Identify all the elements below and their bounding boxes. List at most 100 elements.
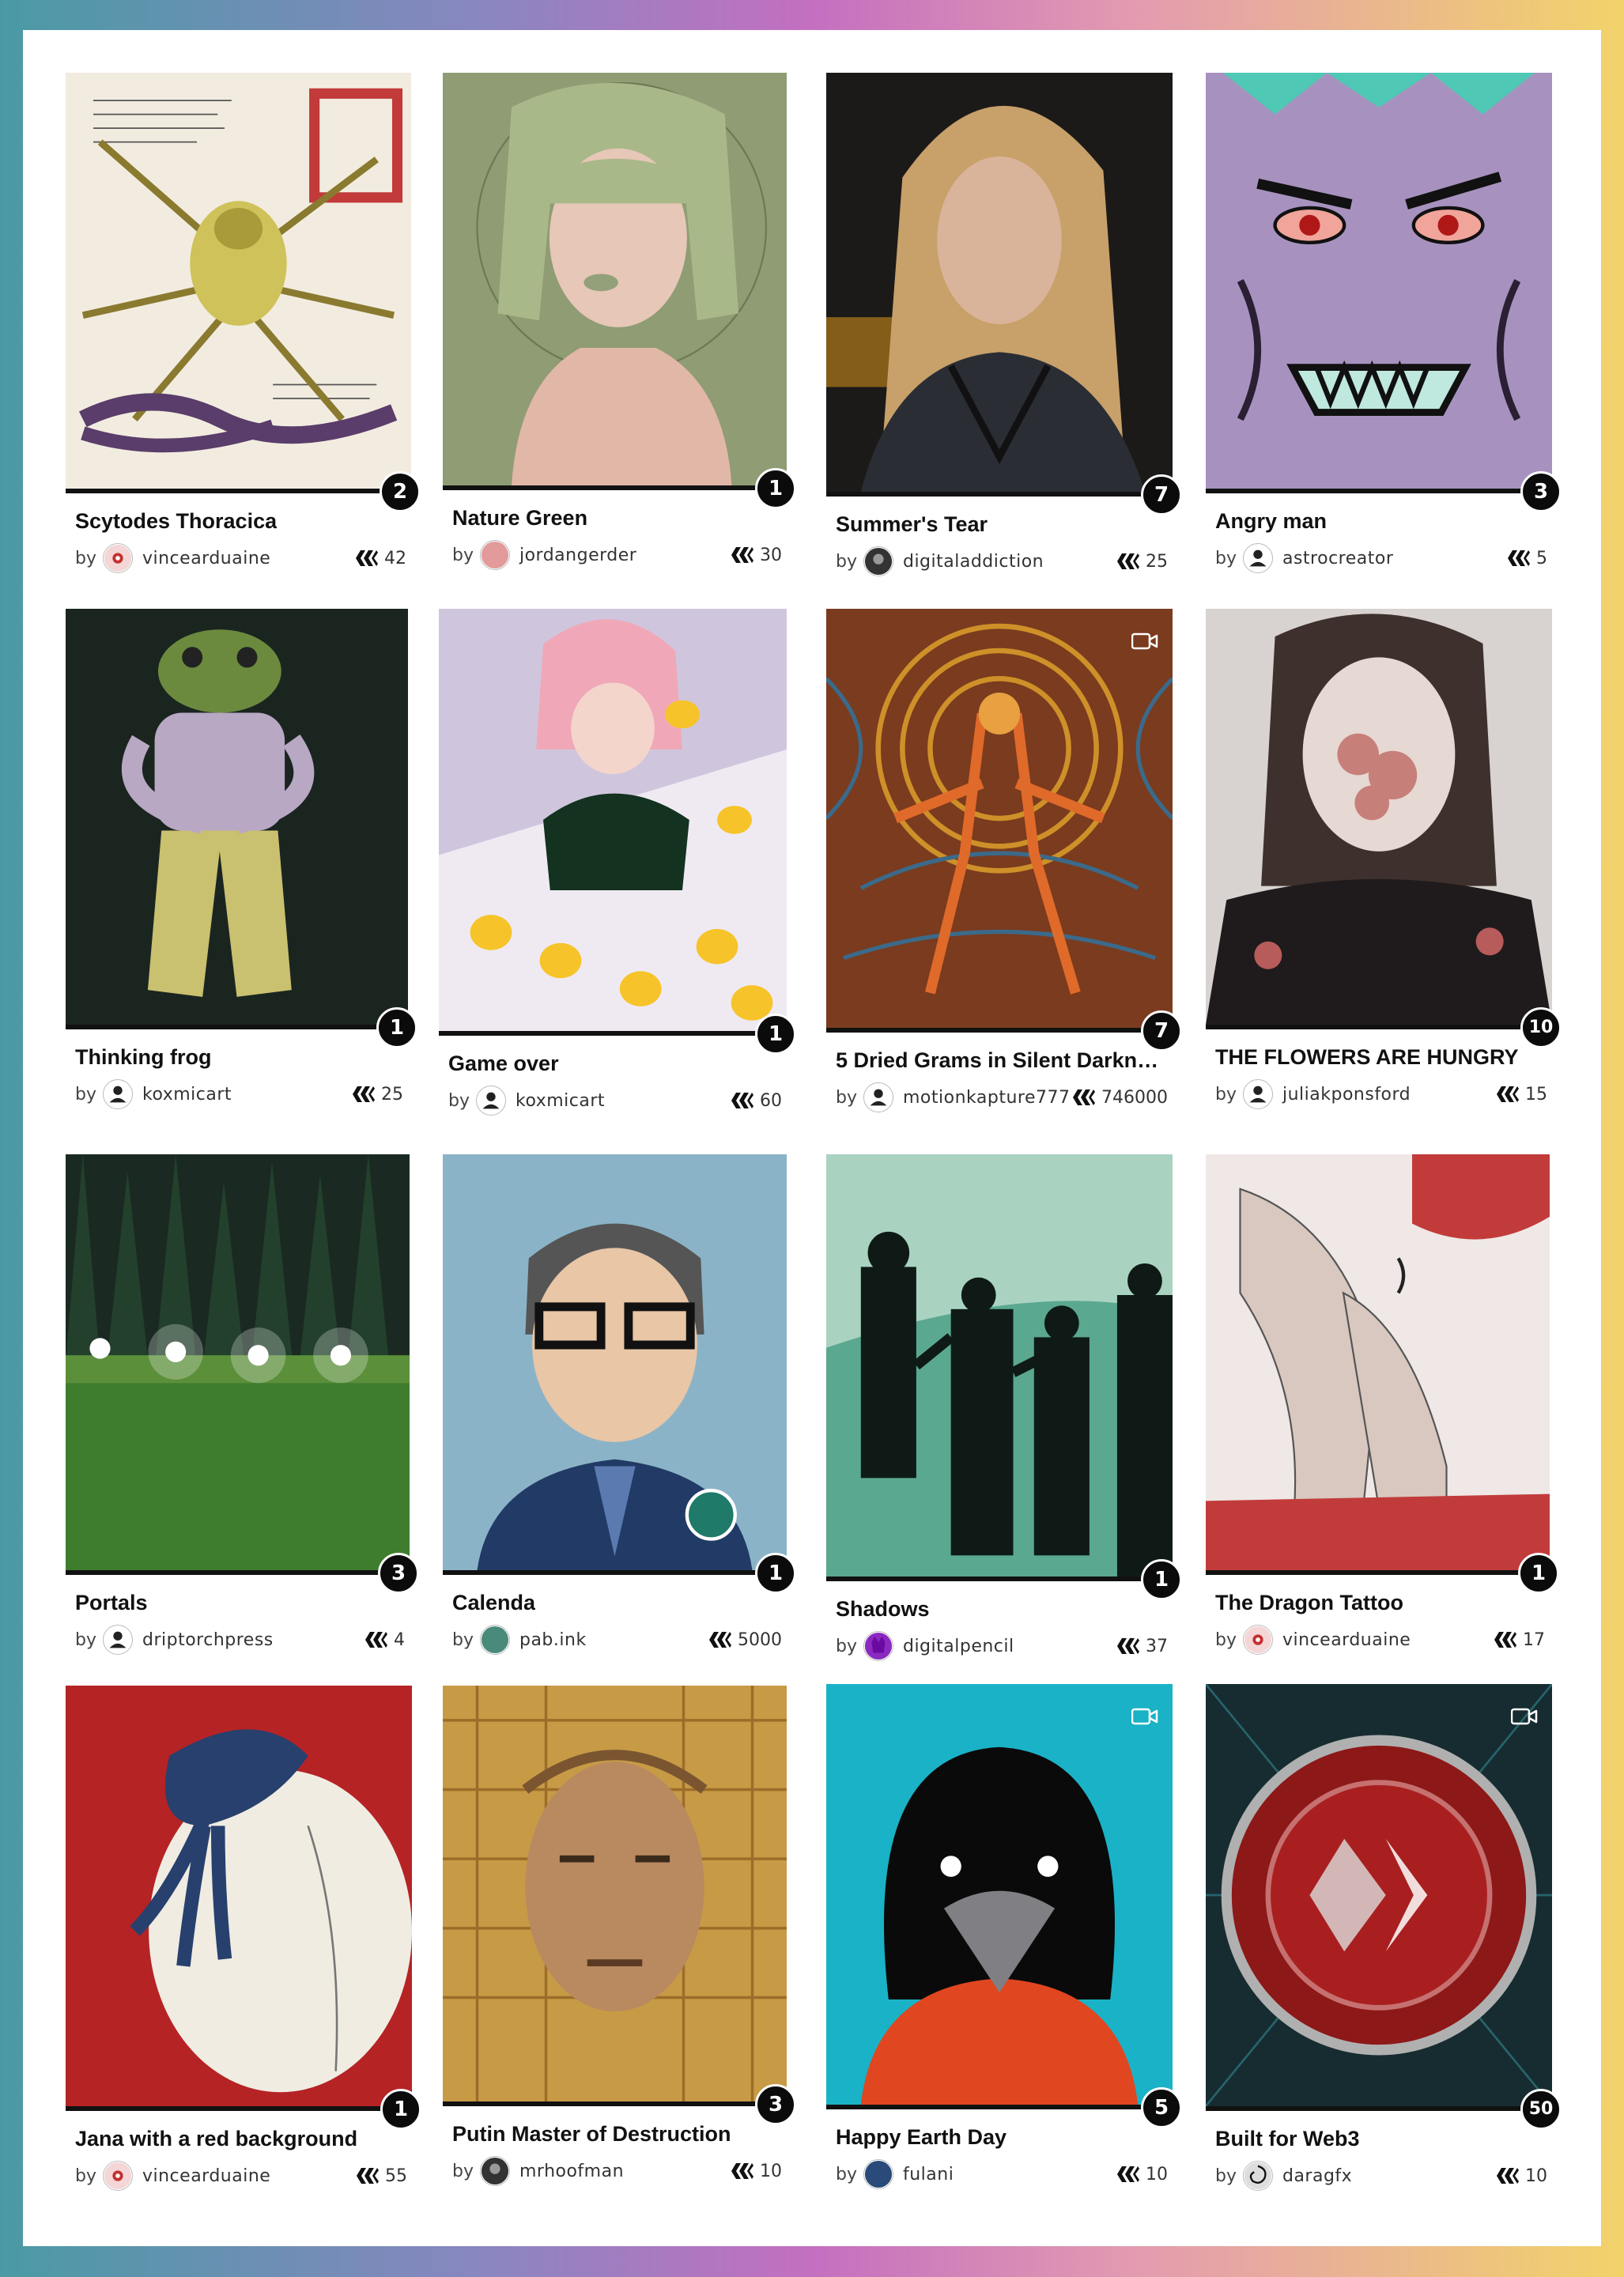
author-avatar[interactable] [1242, 543, 1273, 573]
author-avatar[interactable] [102, 543, 133, 573]
artwork-title[interactable]: Built for Web3 [1215, 2127, 1360, 2151]
author-avatar[interactable] [479, 540, 510, 570]
artwork-card[interactable]: 10 THE FLOWERS ARE HUNGRY by juliakponsf… [1206, 609, 1562, 1115]
artwork-image[interactable] [443, 1686, 787, 2106]
artwork-image[interactable] [443, 73, 787, 490]
by-label: by [1215, 548, 1237, 568]
author-name[interactable]: vincearduaine [1282, 1630, 1411, 1650]
artwork-card[interactable]: 50 Built for Web3 by daragfx 10 [1206, 1684, 1562, 2198]
artwork-image[interactable] [826, 1154, 1173, 1581]
artwork-card[interactable]: 3 Angry man by astrocreator 5 [1206, 73, 1562, 654]
author-avatar[interactable] [863, 1631, 893, 1661]
artwork-title[interactable]: Game over [448, 1052, 559, 1076]
artwork-card[interactable]: 1 Jana with a red background by vinceard… [66, 1686, 421, 2198]
author-name[interactable]: astrocreator [1282, 549, 1393, 568]
artwork-title[interactable]: Calenda [452, 1591, 535, 1615]
artwork-image[interactable] [1206, 609, 1552, 1029]
author-avatar[interactable] [863, 2159, 893, 2189]
artwork-meta: by motionkapture777 746000 [836, 1082, 1168, 1113]
artwork-card[interactable]: 7 Summer's Tear by digitaladdiction 25 [826, 73, 1182, 654]
artwork-image[interactable] [826, 1684, 1173, 2109]
author-name[interactable]: driptorchpress [142, 1630, 274, 1650]
artwork-image[interactable] [66, 1154, 410, 1575]
author-name[interactable]: digitalpencil [903, 1637, 1014, 1656]
artwork-image[interactable] [66, 609, 408, 1029]
artwork-card[interactable]: 3 Portals by driptorchpress 4 [66, 1154, 419, 1664]
artwork-image[interactable] [826, 609, 1173, 1033]
author-name[interactable]: koxmicart [516, 1091, 605, 1111]
artwork-title[interactable]: Happy Earth Day [836, 2125, 1007, 2150]
artwork-image[interactable] [443, 1154, 787, 1575]
edition-count-badge: 1 [755, 468, 796, 509]
artwork-meta: by daragfx 10 [1215, 2160, 1547, 2192]
author-avatar[interactable] [479, 2156, 510, 2186]
author-name[interactable]: vincearduaine [142, 549, 270, 568]
author-name[interactable]: koxmicart [142, 1085, 232, 1105]
artwork-meta: by jordangerder 30 [452, 539, 782, 571]
by-label: by [836, 1087, 857, 1108]
artwork-card[interactable]: 1 Thinking frog by koxmicart 25 [66, 609, 417, 1115]
artwork-title[interactable]: Putin Master of Destruction [452, 2122, 731, 2147]
author-avatar[interactable] [479, 1625, 510, 1655]
author-avatar[interactable] [102, 2161, 133, 2191]
author-avatar[interactable] [1242, 1079, 1273, 1109]
artwork-title[interactable]: Jana with a red background [75, 2127, 357, 2151]
artwork-card[interactable]: 3 Putin Master of Destruction by mrhoofm… [443, 1686, 796, 2196]
artwork-card[interactable]: 5 Happy Earth Day by fulani 10 [826, 1684, 1182, 2198]
artwork-title[interactable]: Summer's Tear [836, 512, 988, 537]
artwork-card[interactable]: 1 The Dragon Tattoo by vincearduaine 17 [1206, 1154, 1559, 1664]
artwork-card[interactable]: 1 Calenda by pab.ink 5000 [443, 1154, 796, 1664]
artwork-image[interactable] [1206, 1154, 1550, 1575]
author-name[interactable]: pab.ink [519, 1630, 587, 1650]
author-avatar[interactable] [863, 546, 893, 576]
artwork-title[interactable]: Shadows [836, 1597, 930, 1622]
artwork-title[interactable]: Nature Green [452, 506, 587, 531]
artwork-image[interactable] [66, 73, 411, 493]
author-name[interactable]: daragfx [1282, 2166, 1352, 2186]
author-avatar[interactable] [475, 1086, 506, 1116]
by-label: by [1215, 2166, 1237, 2186]
price-value: 37 [1146, 1636, 1168, 1656]
author-name[interactable]: mrhoofman [519, 2162, 624, 2181]
hive-icon [1073, 1089, 1096, 1105]
price-count: 10 [730, 2162, 782, 2181]
artwork-title[interactable]: Portals [75, 1591, 148, 1615]
video-icon [1131, 632, 1158, 650]
artwork-image[interactable] [439, 609, 787, 1036]
artwork-card[interactable]: 7 5 Dried Grams in Silent Darkne… by mot… [826, 609, 1182, 1115]
edition-count-badge: 1 [755, 1014, 796, 1055]
author-name[interactable]: fulani [903, 2165, 954, 2184]
author-name[interactable]: juliakponsford [1282, 1085, 1411, 1105]
edition-count-badge: 1 [755, 1553, 796, 1594]
edition-count-badge: 50 [1520, 2089, 1562, 2130]
artwork-title[interactable]: THE FLOWERS ARE HUNGRY [1215, 1045, 1519, 1070]
artwork-image[interactable] [1206, 1684, 1552, 2111]
price-value: 25 [1146, 551, 1168, 572]
artwork-image[interactable] [826, 73, 1173, 497]
artwork-card[interactable]: 1 Shadows by digitalpencil 37 [826, 1154, 1182, 1668]
author-name[interactable]: motionkapture777 [903, 1088, 1071, 1108]
artwork-title[interactable]: 5 Dried Grams in Silent Darkne… [836, 1048, 1169, 1073]
author-avatar[interactable] [102, 1079, 133, 1109]
author-name[interactable]: vincearduaine [142, 2166, 270, 2186]
artwork-title[interactable]: Scytodes Thoracica [75, 509, 277, 534]
artwork-title[interactable]: Thinking frog [75, 1045, 211, 1070]
artwork-image[interactable] [66, 1686, 412, 2111]
price-count: 25 [1116, 552, 1168, 572]
author-avatar[interactable] [1242, 2161, 1273, 2191]
artwork-title[interactable]: Angry man [1215, 509, 1327, 534]
artwork-image[interactable] [1206, 73, 1552, 493]
author-avatar[interactable] [1242, 1625, 1273, 1655]
author-name[interactable]: digitaladdiction [903, 552, 1044, 572]
author-avatar[interactable] [102, 1625, 133, 1655]
artwork-card[interactable]: 1 Game over by koxmicart 60 [439, 609, 796, 1119]
artwork-title[interactable]: The Dragon Tattoo [1215, 1591, 1403, 1615]
author-avatar[interactable] [863, 1082, 893, 1112]
artwork-card[interactable]: 1 Nature Green by jordangerder 30 [443, 73, 796, 646]
price-count: 42 [354, 549, 406, 568]
hive-icon [353, 1086, 375, 1102]
author-name[interactable]: jordangerder [519, 546, 636, 565]
artwork-card[interactable]: 2 Scytodes Thoracica by vincearduaine 42 [66, 73, 421, 650]
hive-icon [357, 2168, 379, 2184]
price-count: 10 [1495, 2166, 1547, 2186]
